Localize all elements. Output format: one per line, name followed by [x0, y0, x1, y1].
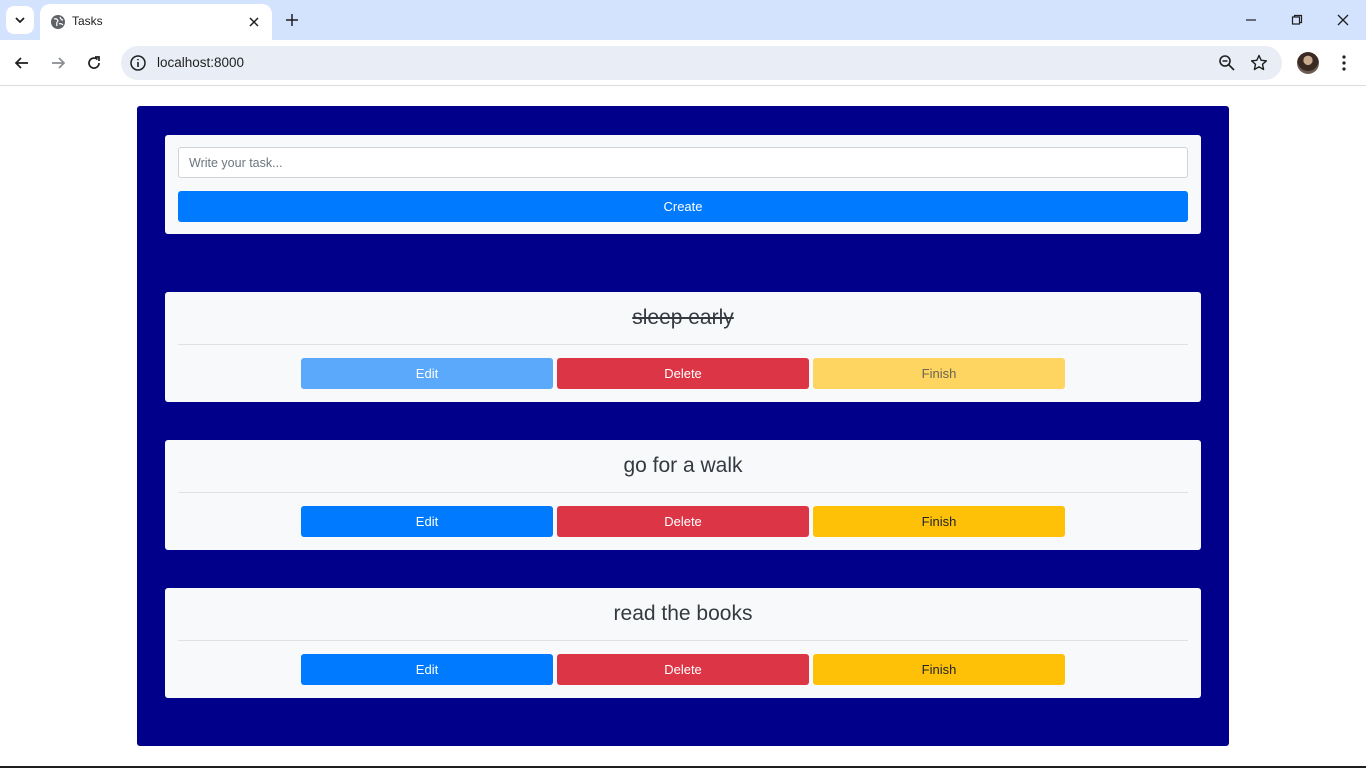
forward-button[interactable]: [46, 51, 70, 75]
finish-button[interactable]: Finish: [813, 506, 1065, 537]
new-tab-button[interactable]: [282, 10, 302, 30]
address-bar[interactable]: localhost:8000: [121, 46, 1282, 80]
task-input[interactable]: [178, 147, 1188, 178]
task-form: Create: [165, 135, 1201, 234]
close-icon: [249, 17, 259, 27]
create-button[interactable]: Create: [178, 191, 1188, 222]
profile-avatar[interactable]: [1297, 52, 1319, 74]
task-card: sleep early Edit Delete Finish: [165, 292, 1201, 402]
minimize-icon: [1246, 19, 1256, 21]
minimize-button[interactable]: [1239, 8, 1263, 32]
globe-icon: [51, 15, 65, 29]
star-icon[interactable]: [1250, 54, 1268, 72]
task-card: read the books Edit Delete Finish: [165, 588, 1201, 698]
browser-tab-bar: Tasks: [0, 0, 1366, 40]
menu-icon: [1342, 55, 1346, 71]
close-icon: [1337, 14, 1349, 26]
divider: [178, 344, 1188, 345]
back-button[interactable]: [10, 51, 34, 75]
delete-button[interactable]: Delete: [557, 506, 809, 537]
back-icon: [14, 57, 28, 69]
edit-button[interactable]: Edit: [301, 506, 553, 537]
tab-close-button[interactable]: [244, 12, 264, 32]
close-window-button[interactable]: [1331, 8, 1355, 32]
browser-toolbar: localhost:8000: [0, 40, 1366, 86]
info-icon: [130, 55, 146, 71]
plus-icon: [286, 14, 298, 26]
tab-search-button[interactable]: [6, 6, 34, 34]
finish-button[interactable]: Finish: [813, 358, 1065, 389]
edit-button[interactable]: Edit: [301, 654, 553, 685]
browser-tab[interactable]: Tasks: [40, 4, 272, 40]
delete-button[interactable]: Delete: [557, 358, 809, 389]
url-text: localhost:8000: [157, 55, 245, 70]
browser-menu-button[interactable]: [1334, 51, 1354, 75]
delete-button[interactable]: Delete: [557, 654, 809, 685]
tab-title: Tasks: [72, 14, 103, 28]
task-title: sleep early: [632, 306, 734, 329]
reload-button[interactable]: [82, 51, 106, 75]
restore-button[interactable]: [1285, 8, 1309, 32]
finish-button[interactable]: Finish: [813, 654, 1065, 685]
zoom-icon[interactable]: [1218, 54, 1236, 72]
restore-icon: [1291, 14, 1303, 25]
task-title: go for a walk: [623, 454, 743, 477]
tasks-app-container: Create sleep early Edit Delete Finish go…: [137, 106, 1229, 746]
task-card: go for a walk Edit Delete Finish: [165, 440, 1201, 550]
task-title: read the books: [613, 602, 753, 625]
forward-icon: [52, 57, 66, 69]
divider: [178, 492, 1188, 493]
reload-icon: [88, 56, 100, 69]
chevron-down-icon: [15, 17, 25, 24]
divider: [178, 640, 1188, 641]
edit-button[interactable]: Edit: [301, 358, 553, 389]
